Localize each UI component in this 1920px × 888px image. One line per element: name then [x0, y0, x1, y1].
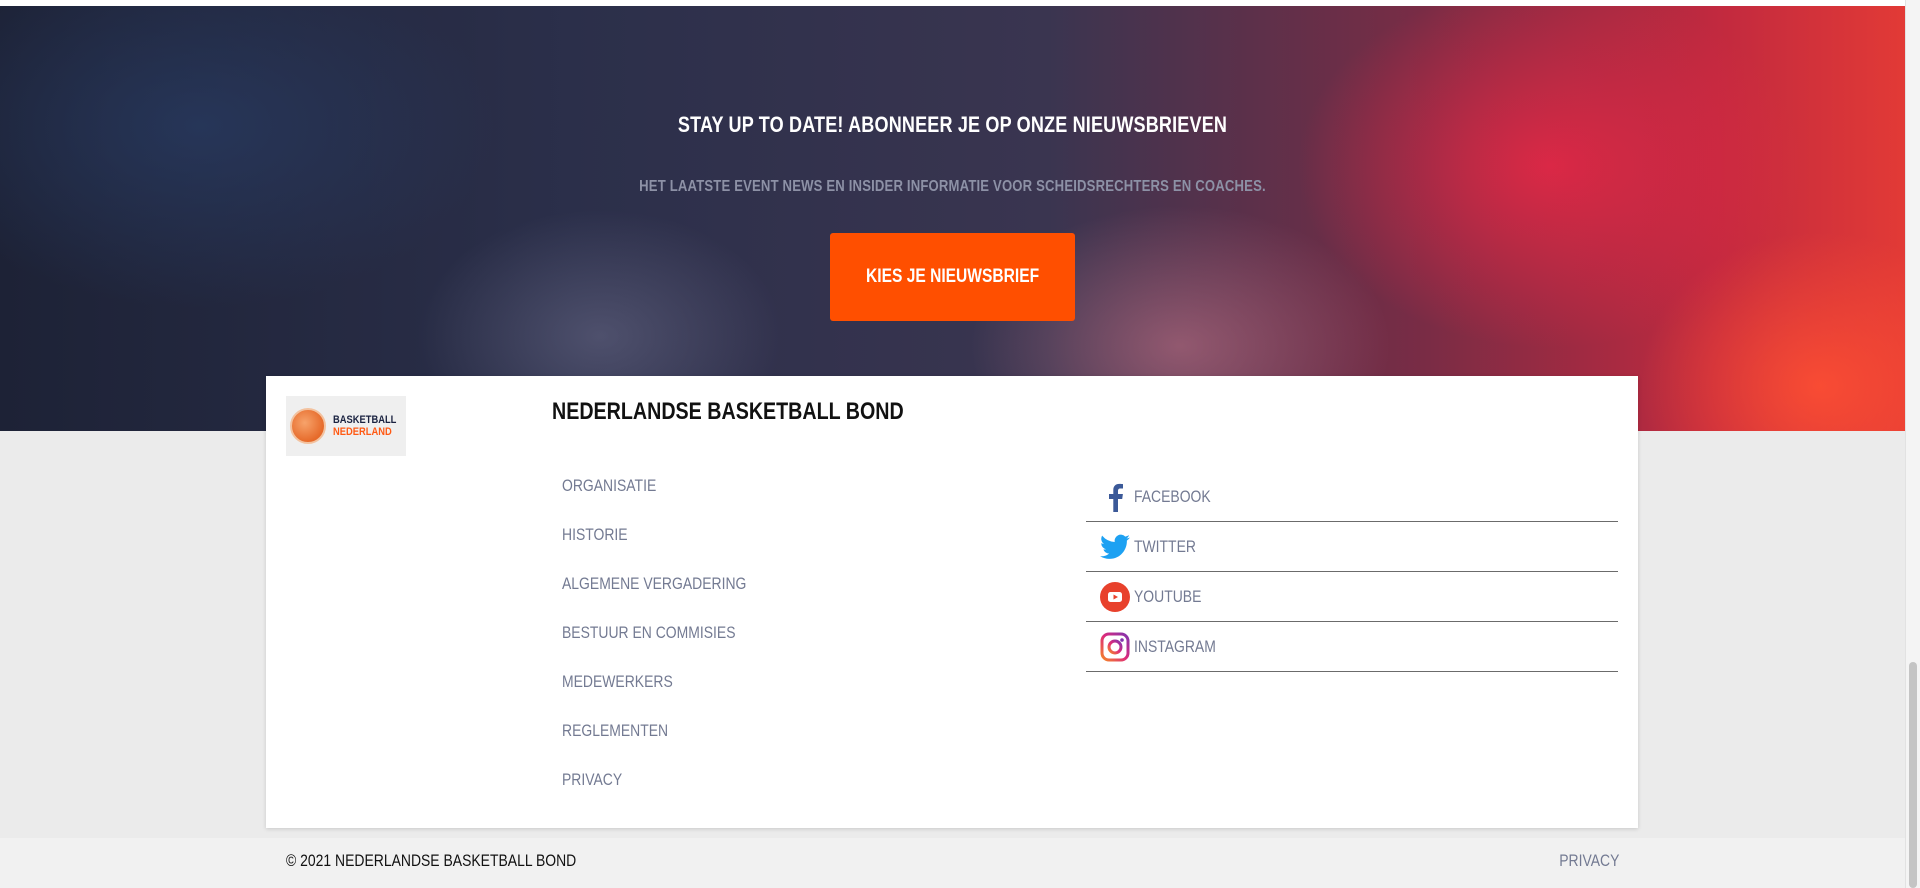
- footer-heading: NEDERLANDSE BASKETBALL BOND: [552, 398, 904, 425]
- social-row-twitter[interactable]: TWITTER: [1086, 522, 1618, 572]
- logo-badge-icon: [290, 408, 326, 444]
- social-row-instagram[interactable]: INSTAGRAM: [1086, 622, 1618, 672]
- newsletter-subtitle: HET LAATSTE EVENT NEWS EN INSIDER INFORM…: [639, 178, 1266, 195]
- basketball-nederland-logo[interactable]: BASKETBALL NEDERLAND: [286, 396, 406, 456]
- instagram-icon: [1100, 632, 1130, 662]
- footer-link-privacy[interactable]: PRIVACY: [562, 770, 622, 790]
- logo-line-2: NEDERLAND: [333, 426, 392, 438]
- social-row-youtube[interactable]: YOUTUBE: [1086, 572, 1618, 622]
- scrollbar-thumb[interactable]: [1909, 662, 1917, 888]
- footer-link-item: MEDEWERKERS: [562, 672, 787, 721]
- bottom-bar: © 2021 NEDERLANDSE BASKETBALL BOND PRIVA…: [0, 838, 1905, 888]
- social-row-facebook[interactable]: FACEBOOK: [1086, 472, 1618, 522]
- footer-link-reglementen[interactable]: REGLEMENTEN: [562, 721, 668, 741]
- footer-link-medewerkers[interactable]: MEDEWERKERS: [562, 672, 673, 692]
- footer-link-bestuur-en-commisies[interactable]: BESTUUR EN COMMISIES: [562, 623, 736, 643]
- youtube-link[interactable]: YOUTUBE: [1134, 587, 1201, 607]
- newsletter-hero: STAY UP TO DATE! ABONNEER JE OP ONZE NIE…: [0, 6, 1905, 431]
- facebook-icon: [1100, 482, 1130, 512]
- logo-text: BASKETBALL NEDERLAND: [333, 414, 396, 438]
- bottom-privacy-link[interactable]: PRIVACY: [1559, 851, 1619, 871]
- social-links: FACEBOOK TWITTER YOUTUBE INSTAGRAM: [1086, 472, 1618, 672]
- facebook-link[interactable]: FACEBOOK: [1134, 487, 1211, 507]
- copyright-text: © 2021 NEDERLANDSE BASKETBALL BOND: [286, 851, 577, 870]
- footer-link-item: HISTORIE: [562, 525, 787, 574]
- twitter-link[interactable]: TWITTER: [1134, 537, 1196, 557]
- footer-link-item: ORGANISATIE: [562, 476, 787, 525]
- footer-card: BASKETBALL NEDERLAND NEDERLANDSE BASKETB…: [266, 376, 1638, 828]
- twitter-icon: [1100, 532, 1130, 562]
- choose-newsletter-label: KIES JE NIEUWSBRIEF: [865, 266, 1040, 287]
- logo-line-1: BASKETBALL: [333, 414, 397, 426]
- instagram-link[interactable]: INSTAGRAM: [1134, 637, 1216, 657]
- page-scrollbar[interactable]: [1905, 0, 1920, 888]
- footer-link-item: REGLEMENTEN: [562, 721, 787, 770]
- footer-link-historie[interactable]: HISTORIE: [562, 525, 628, 545]
- footer-link-organisatie[interactable]: ORGANISATIE: [562, 476, 656, 496]
- footer-link-algemene-vergadering[interactable]: ALGEMENE VERGADERING: [562, 574, 746, 594]
- choose-newsletter-button[interactable]: KIES JE NIEUWSBRIEF: [830, 233, 1075, 321]
- footer-link-item: PRIVACY: [562, 770, 787, 819]
- footer-link-item: ALGEMENE VERGADERING: [562, 574, 787, 623]
- footer-link-item: BESTUUR EN COMMISIES: [562, 623, 787, 672]
- footer-links: ORGANISATIE HISTORIE ALGEMENE VERGADERIN…: [562, 476, 787, 819]
- youtube-icon: [1100, 581, 1130, 612]
- newsletter-title: STAY UP TO DATE! ABONNEER JE OP ONZE NIE…: [677, 112, 1228, 137]
